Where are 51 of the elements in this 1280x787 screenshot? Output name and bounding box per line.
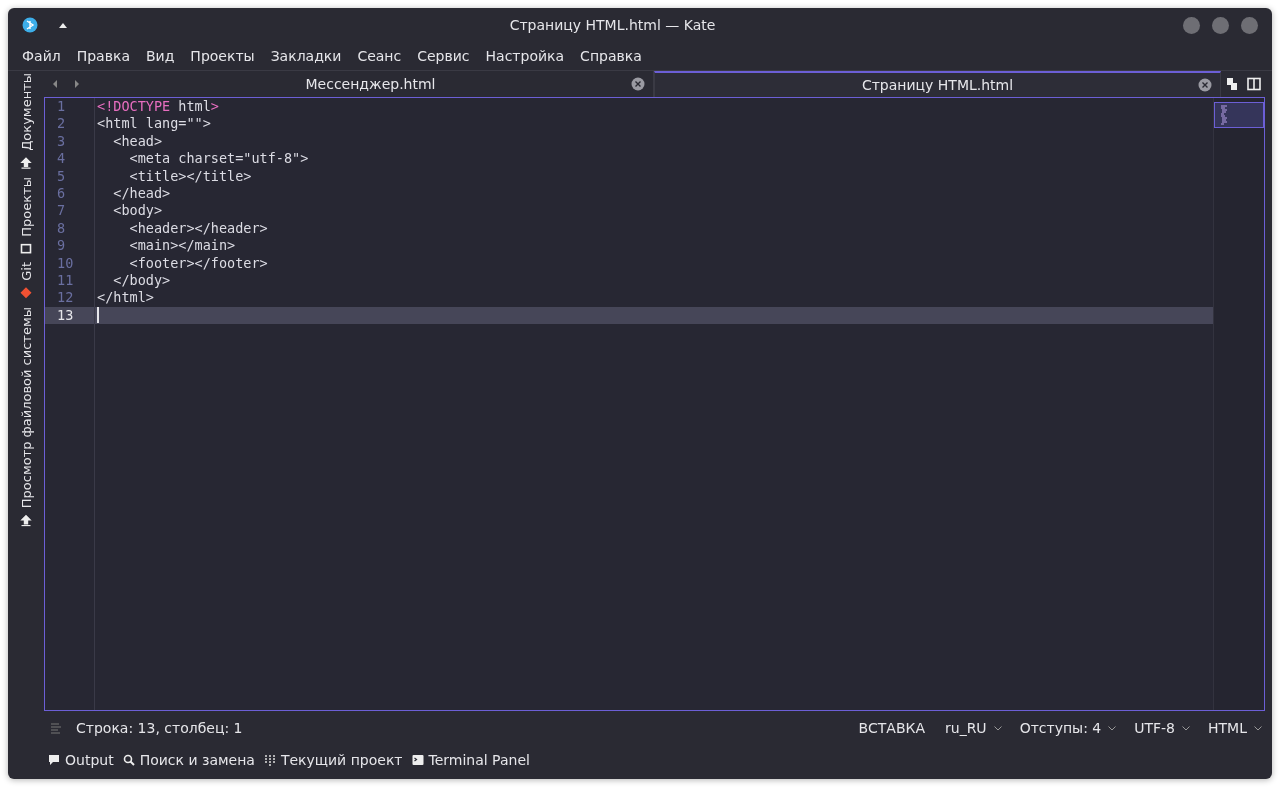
cursor-position[interactable]: Строка: 13, столбец: 1 <box>76 720 243 736</box>
sidebar-tab[interactable]: Документы <box>18 73 34 169</box>
sidebar-tab[interactable]: Проекты <box>18 176 34 255</box>
line-number: 13 <box>45 306 94 325</box>
code-line: </head> <box>112 184 171 203</box>
code-line: <!DOCTYPE html> <box>97 98 219 116</box>
window-title: Страницу HTML.html — Kate <box>509 17 716 33</box>
line-number: 10 <box>56 254 75 272</box>
sidebar-tab[interactable]: Просмотр файловой системы <box>18 307 34 527</box>
tool-view-button[interactable]: Поиск и замена <box>122 752 255 768</box>
menu-item[interactable]: Вид <box>137 45 183 67</box>
line-number: 8 <box>56 219 67 238</box>
input-mode-button[interactable]: ВСТАВКА <box>858 720 925 736</box>
line-number: 7 <box>56 202 67 220</box>
document-tab[interactable]: Страницу HTML.html <box>654 71 1221 97</box>
code-line: <html lang=""> <box>97 115 211 133</box>
status-dropdown[interactable]: UTF-8 <box>1134 720 1191 736</box>
tool-view-button[interactable]: Текущий проект <box>263 752 403 768</box>
line-number: 2 <box>56 115 67 133</box>
code-line: <main></main> <box>128 237 236 255</box>
menu-item[interactable]: Правка <box>68 45 138 67</box>
menu-item[interactable]: Закладки <box>262 45 350 67</box>
status-dropdown[interactable]: HTML <box>1208 720 1262 736</box>
code-line: <head> <box>112 132 163 151</box>
line-number: 5 <box>56 167 67 185</box>
line-number: 3 <box>56 132 67 151</box>
tool-view-button[interactable]: Output <box>48 752 114 768</box>
status-dropdown[interactable]: Отступы: 4 <box>1019 720 1117 736</box>
line-number: 12 <box>56 289 75 307</box>
code-line: <body> <box>112 202 163 220</box>
menu-item[interactable]: Сервис <box>409 45 478 67</box>
status-dropdown[interactable]: ru_RU <box>945 720 1002 736</box>
code-line: <header></header> <box>128 219 268 238</box>
code-line: </body> <box>112 271 171 290</box>
code-line: </html> <box>97 289 154 307</box>
code-line: <meta charset="utf-8"> <box>128 150 309 168</box>
sidebar-tab[interactable]: Git <box>18 262 34 300</box>
line-number: 11 <box>56 271 75 290</box>
line-number: 9 <box>56 237 67 255</box>
code-line: <footer></footer> <box>128 254 268 272</box>
menu-item[interactable]: Файл <box>14 45 69 67</box>
line-number: 1 <box>56 98 67 116</box>
code-line: <title></title> <box>128 167 252 185</box>
line-number: 6 <box>56 184 67 203</box>
code-editor[interactable]: 1 2 3 4 5 6 7 8 9 10 11 12 13 <!DOCTYPE html> <html lang=""> <head> <meta charset="utf-8"> <title></title> </head> <body> <header></header> <main></main> <footer></footer> </body> </html> <box>44 97 1265 711</box>
menu-item[interactable]: Сеанс <box>349 45 410 67</box>
line-number: 4 <box>56 150 67 168</box>
menu-item[interactable]: Справка <box>572 45 650 67</box>
menu-item[interactable]: Проекты <box>182 45 263 67</box>
tool-view-button[interactable]: Terminal Panel <box>411 752 530 768</box>
menu-item[interactable]: Настройка <box>477 45 573 67</box>
